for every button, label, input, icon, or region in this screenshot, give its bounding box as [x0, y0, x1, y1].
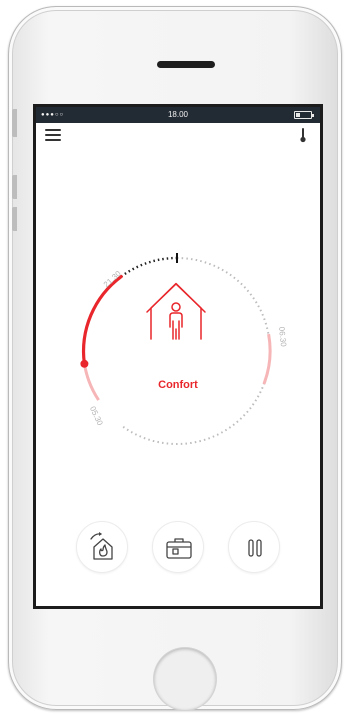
volume-down-button [12, 207, 17, 231]
mode-label: Confort [158, 379, 198, 391]
home-button[interactable] [154, 648, 216, 710]
dial-drag-handle[interactable] [80, 359, 89, 368]
dial-current-segment [120, 256, 178, 278]
earpiece-speaker [157, 61, 215, 68]
dial-time-label: 05.30 [88, 405, 105, 427]
app-view: ●●●○○ 18.00 21.30 06.30 05.30 Confort [36, 107, 320, 606]
screen: ●●●○○ 18.00 21.30 06.30 05.30 Confort [33, 104, 323, 609]
mute-switch [12, 109, 17, 137]
dial-time-label: 06.30 [277, 326, 288, 347]
away-button[interactable] [152, 521, 204, 573]
dial-track-dotted [120, 257, 271, 445]
pause-icon [248, 539, 262, 557]
dial-eco-arc-right [262, 333, 272, 385]
pause-button[interactable] [228, 521, 280, 573]
suitcase-icon [166, 538, 192, 559]
house-person-icon [146, 282, 206, 340]
volume-up-button [12, 175, 17, 199]
house-flame-icon [90, 532, 113, 560]
dial-comfort-arc [82, 275, 123, 366]
home-schedule-button[interactable] [76, 521, 128, 573]
